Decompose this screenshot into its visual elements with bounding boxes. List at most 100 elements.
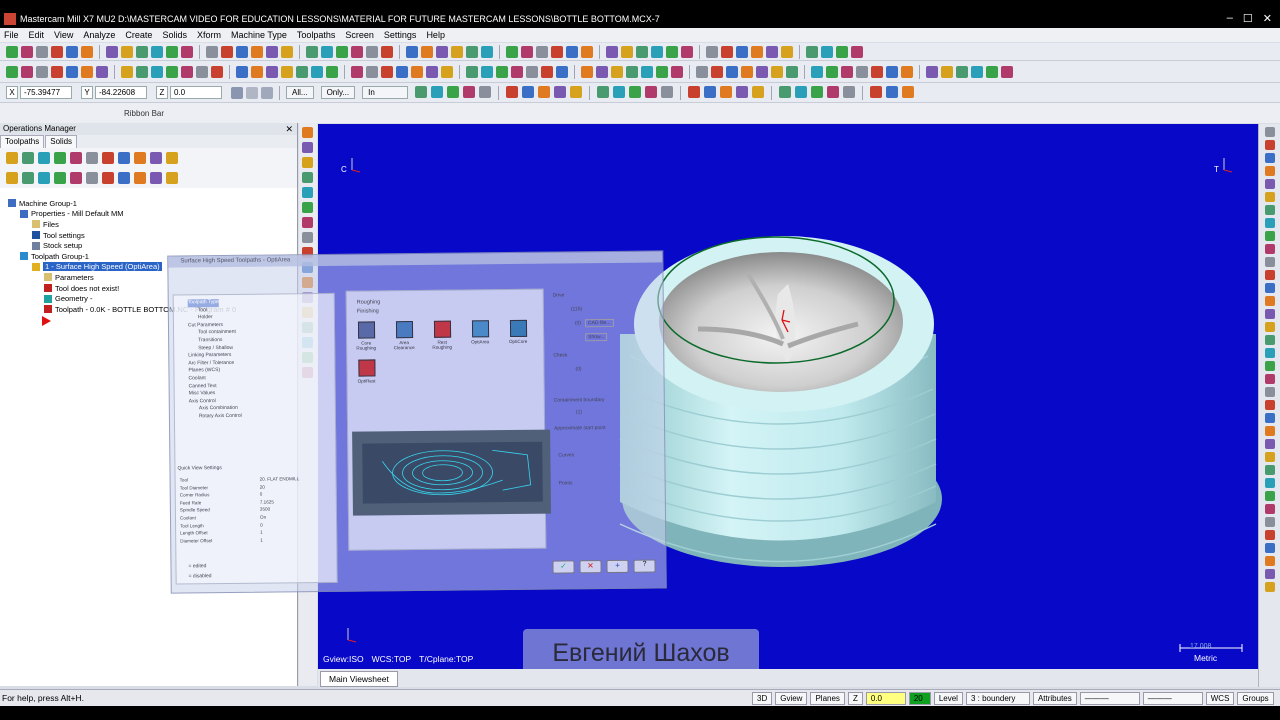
toolbar-tool-icon[interactable] (541, 65, 553, 78)
toolbar-tool-icon[interactable] (1265, 530, 1275, 540)
menu-machine-type[interactable]: Machine Type (231, 30, 287, 40)
toolbar-tool-icon[interactable] (426, 65, 438, 78)
toolbar-tool-icon[interactable] (611, 65, 623, 78)
toolbar-tool-icon[interactable] (481, 45, 493, 58)
toolbar-tool-icon[interactable] (581, 45, 593, 58)
toolbar-tool-icon[interactable] (66, 45, 78, 58)
toolbar-tool-icon[interactable] (786, 65, 798, 78)
z-coord-field[interactable]: 0.0 (170, 86, 222, 99)
strategy-button[interactable]: Rest Roughing (427, 320, 457, 350)
toolbar-tool-icon[interactable] (827, 85, 840, 98)
level-number-field[interactable]: 20 (908, 691, 931, 705)
toolbar-tool-icon[interactable] (151, 45, 163, 58)
toolbar-tool-icon[interactable] (1265, 543, 1275, 553)
z-depth-field[interactable]: 0.0 (865, 691, 906, 705)
tab-toolpaths[interactable]: Toolpaths (0, 135, 45, 148)
toolbar-tool-icon[interactable] (463, 85, 476, 98)
toolbar-tool-icon[interactable] (1265, 478, 1275, 488)
toolbar-tool-icon[interactable] (566, 45, 578, 58)
toolbar-tool-icon[interactable] (22, 172, 34, 184)
help-icon[interactable] (261, 86, 273, 99)
toolbar-tool-icon[interactable] (1265, 400, 1275, 410)
maximize-icon[interactable]: ☐ (1243, 12, 1253, 25)
attributes-button[interactable]: Attributes (1032, 691, 1077, 705)
menu-settings[interactable]: Settings (384, 30, 417, 40)
toolbar-tool-icon[interactable] (581, 65, 593, 78)
toolbar-tool-icon[interactable] (621, 45, 633, 58)
toolbar-tool-icon[interactable] (956, 65, 968, 78)
toolbar-tool-icon[interactable] (266, 65, 278, 78)
toolbar-tool-icon[interactable] (651, 45, 663, 58)
toolbar-tool-icon[interactable] (251, 65, 263, 78)
toolbar-tool-icon[interactable] (756, 65, 768, 78)
toolbar-tool-icon[interactable] (1265, 192, 1275, 202)
toolbar-tool-icon[interactable] (688, 85, 701, 98)
toolbar-tool-icon[interactable] (641, 65, 653, 78)
level-name-select[interactable]: 3 : boundery (965, 691, 1030, 705)
toolbar-tool-icon[interactable] (6, 65, 18, 78)
ops-close-icon[interactable]: ✕ (285, 123, 293, 135)
toolbar-tool-icon[interactable] (1265, 205, 1275, 215)
toolbar-tool-icon[interactable] (81, 45, 93, 58)
toolbar-tool-icon[interactable] (836, 45, 848, 58)
menu-file[interactable]: File (4, 30, 19, 40)
toolbar-tool-icon[interactable] (6, 45, 18, 58)
toolbar-tool-icon[interactable] (1265, 153, 1275, 163)
strategy-button[interactable]: OptiRest (351, 359, 381, 384)
y-coord-field[interactable]: -84.22608 (95, 86, 147, 99)
toolbar-tool-icon[interactable] (506, 45, 518, 58)
menu-edit[interactable]: Edit (29, 30, 45, 40)
toolbar-tool-icon[interactable] (406, 45, 418, 58)
toolbar-tool-icon[interactable] (106, 45, 118, 58)
finishing-radio[interactable]: Finishing (357, 308, 379, 314)
toolbar-tool-icon[interactable] (511, 65, 523, 78)
cad-file-button[interactable]: CAD file... (584, 318, 614, 328)
toolbar-tool-icon[interactable] (696, 65, 708, 78)
toolbar-tool-icon[interactable] (704, 85, 717, 98)
planes-button[interactable]: Planes (810, 691, 845, 705)
toolbar-tool-icon[interactable] (166, 152, 178, 164)
toolbar-tool-icon[interactable] (466, 45, 478, 58)
gview-button[interactable]: Gview (775, 691, 808, 705)
groups-button[interactable]: Groups (1237, 691, 1274, 705)
toolbar-tool-icon[interactable] (821, 45, 833, 58)
toolbar-tool-icon[interactable] (597, 85, 610, 98)
toolbar-tool-icon[interactable] (1265, 335, 1275, 345)
toolbar-tool-icon[interactable] (150, 152, 162, 164)
roughing-radio[interactable]: Roughing (357, 299, 381, 305)
toolbar-tool-icon[interactable] (766, 45, 778, 58)
toolbar-tool-icon[interactable] (196, 65, 208, 78)
toolbar-tool-icon[interactable] (336, 45, 348, 58)
toolbar-tool-icon[interactable] (779, 85, 792, 98)
toolbar-tool-icon[interactable] (645, 85, 658, 98)
tree-node[interactable]: Files (0, 219, 296, 230)
toolbar-tool-icon[interactable] (351, 45, 363, 58)
toolbar-tool-icon[interactable] (306, 45, 318, 58)
toolbar-tool-icon[interactable] (121, 65, 133, 78)
toolbar-tool-icon[interactable] (1265, 452, 1275, 462)
toolbar-tool-icon[interactable] (236, 45, 248, 58)
strategy-button[interactable]: Area Clearance (389, 321, 419, 350)
toolbar-tool-icon[interactable] (121, 45, 133, 58)
toolbar-tool-icon[interactable] (626, 65, 638, 78)
line-width-select[interactable]: ——— (1142, 691, 1203, 705)
toolbar-tool-icon[interactable] (150, 172, 162, 184)
insert-arrow-icon[interactable] (42, 316, 51, 326)
toolbar-tool-icon[interactable] (481, 65, 493, 78)
toolbar-tool-icon[interactable] (302, 157, 313, 168)
toolbar-tool-icon[interactable] (134, 172, 146, 184)
strategy-button[interactable]: OptiArea (465, 320, 495, 344)
only-button[interactable]: Only... (320, 86, 356, 99)
strategy-button[interactable]: OptiCore (503, 319, 533, 344)
toolbar-tool-icon[interactable] (1265, 413, 1275, 423)
toolbar-tool-icon[interactable] (843, 85, 856, 98)
toolbar-tool-icon[interactable] (554, 85, 567, 98)
toolbar-tool-icon[interactable] (926, 65, 938, 78)
lock-icon[interactable] (231, 86, 243, 99)
toolbar-tool-icon[interactable] (479, 85, 492, 98)
menu-create[interactable]: Create (125, 30, 152, 40)
tree-node[interactable]: Tool settings (0, 230, 296, 241)
toolbar-tool-icon[interactable] (118, 152, 130, 164)
toolbar-tool-icon[interactable] (1265, 374, 1275, 384)
toolbar-tool-icon[interactable] (302, 187, 313, 198)
